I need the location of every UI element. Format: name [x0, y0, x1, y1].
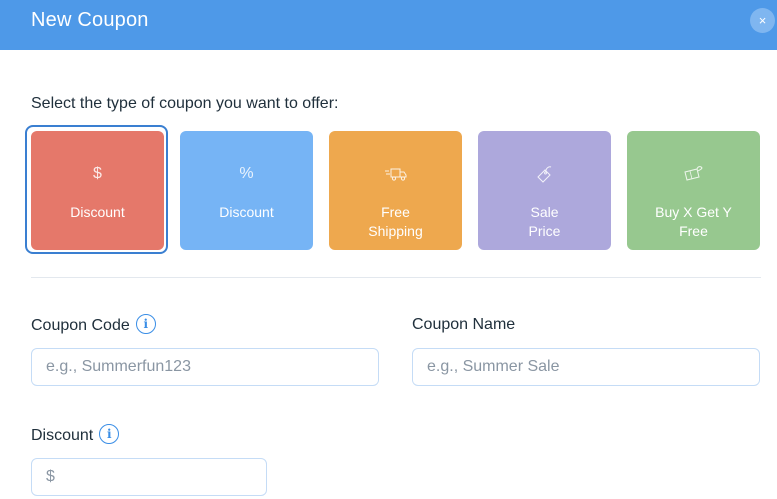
selected-indicator [25, 125, 168, 254]
coupon-name-field-wrapper [412, 348, 760, 386]
tile-label: Sale Price [528, 204, 561, 239]
new-coupon-dialog: New Coupon × Select the type of coupon y… [0, 0, 777, 499]
coupon-type-prompt: Select the type of coupon you want to of… [31, 95, 339, 112]
coupon-type-dollar-discount[interactable]: $ Discount [25, 125, 168, 254]
coupon-name-label-text: Coupon Name [412, 316, 516, 333]
discount-label: Discount i [31, 424, 120, 446]
tile-label: Discount [219, 204, 274, 220]
price-tag-icon [478, 163, 611, 185]
coupon-type-free-shipping[interactable]: Free Shipping [329, 131, 462, 250]
coupon-type-options: $ Discount % Discount Free Shipping Sale… [25, 125, 761, 254]
tile-label: Free Shipping [368, 204, 423, 239]
coupon-name-input[interactable] [413, 349, 759, 385]
discount-field-wrapper [31, 458, 267, 496]
section-divider [31, 277, 761, 278]
dollar-icon: $ [93, 165, 102, 182]
close-icon[interactable]: × [750, 8, 775, 33]
dialog-title: New Coupon [31, 9, 149, 31]
info-icon[interactable]: i [135, 314, 156, 334]
truck-icon [329, 163, 462, 185]
coupon-type-buy-x-get-y[interactable]: Buy X Get Y Free [627, 131, 760, 250]
discount-label-text: Discount [31, 427, 94, 445]
tile-label: Buy X Get Y Free [655, 204, 732, 239]
tile-label: Discount [70, 204, 125, 220]
coupon-name-label: Coupon Name [412, 316, 515, 334]
coupon-code-label-text: Coupon Code [31, 317, 130, 335]
coupon-type-percent-discount[interactable]: % Discount [180, 131, 313, 250]
coupon-type-sale-price[interactable]: Sale Price [478, 131, 611, 250]
coupon-code-field-wrapper [31, 348, 379, 386]
dialog-header: New Coupon × [0, 0, 777, 50]
info-icon[interactable]: i [99, 424, 120, 444]
coupon-code-input[interactable] [32, 349, 378, 385]
discount-input[interactable] [32, 459, 266, 495]
coupon-code-label: Coupon Code i [31, 314, 156, 336]
percent-icon: % [239, 165, 254, 182]
gift-card-icon [627, 163, 760, 185]
